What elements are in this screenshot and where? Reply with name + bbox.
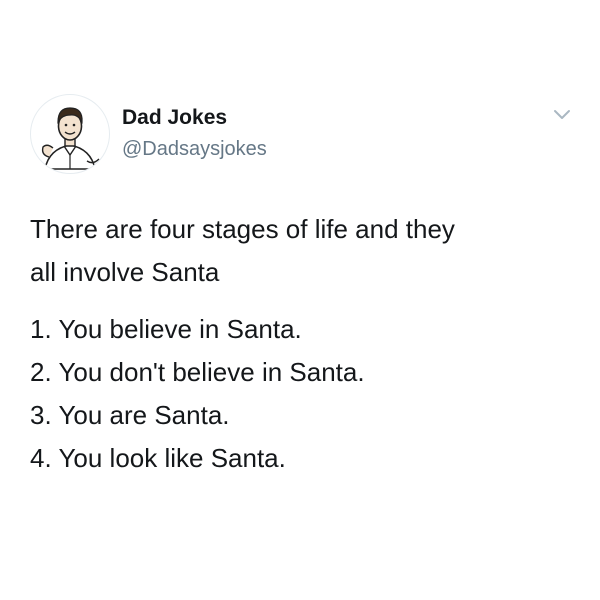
list-item: 4. You look like Santa.: [30, 443, 286, 473]
avatar[interactable]: [30, 94, 110, 174]
author-handle[interactable]: @Dadsaysjokes: [122, 138, 267, 161]
chevron-down-icon[interactable]: [553, 108, 571, 122]
list-item: 1. You believe in Santa.: [30, 314, 302, 344]
tweet-intro-line: There are four stages of life and they: [30, 214, 455, 244]
author-display-name[interactable]: Dad Jokes: [122, 106, 227, 130]
list-item: 2. You don't believe in Santa.: [30, 357, 365, 387]
tweet-intro-line: all involve Santa: [30, 257, 220, 287]
tweet-card: Dad Jokes @Dadsaysjokes There are four s…: [0, 0, 600, 600]
list-item: 3. You are Santa.: [30, 400, 230, 430]
tweet-text: There are four stages of life and they a…: [30, 208, 575, 480]
cartoon-man-avatar-icon: [41, 107, 100, 170]
